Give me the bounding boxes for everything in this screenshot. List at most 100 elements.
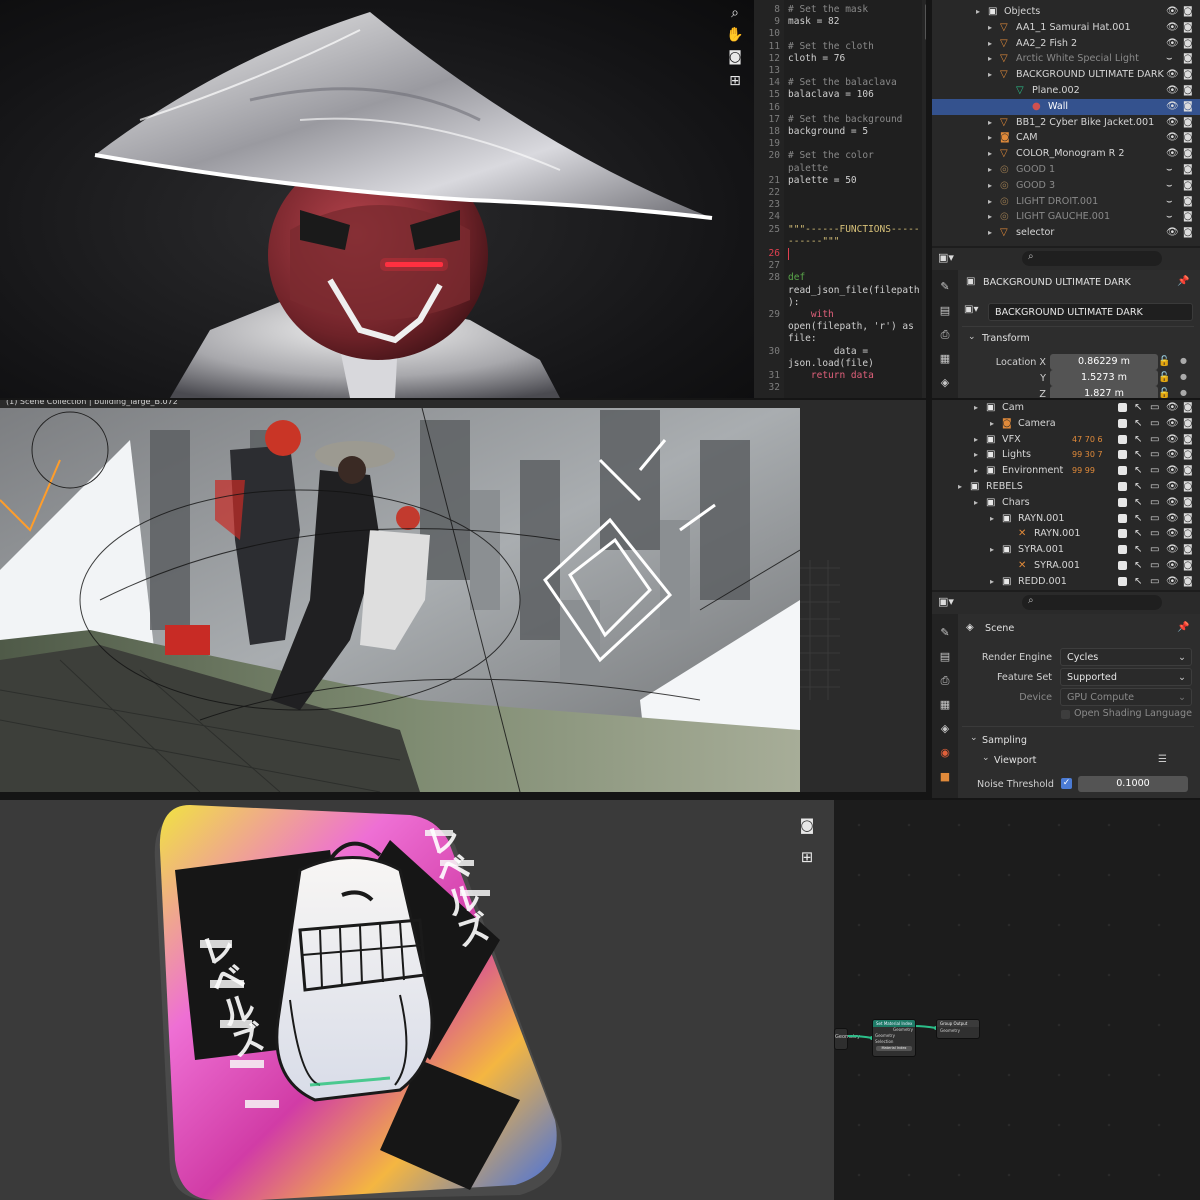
viewport-display-icon[interactable]: ▭ xyxy=(1150,463,1159,479)
disclosure-triangle-icon[interactable]: ▸ xyxy=(988,130,992,146)
code-line[interactable]: 28 def xyxy=(754,272,926,284)
lock-z-icon[interactable]: 🔓 xyxy=(1158,388,1170,398)
select-toggle-icon[interactable]: ↖ xyxy=(1134,558,1142,574)
chevron-down-icon[interactable]: ⌄ xyxy=(982,753,990,763)
select-toggle-icon[interactable]: ↖ xyxy=(1134,432,1142,448)
eye-icon[interactable]: ⌣ xyxy=(1166,51,1173,67)
view-layer-tab-icon[interactable]: ▦ xyxy=(936,696,954,714)
code-line[interactable]: ------""" xyxy=(754,236,926,248)
eye-icon[interactable]: 👁 xyxy=(1166,495,1179,511)
outliner-row[interactable]: ▸ ◎ GOOD 1 ⌣ ◙ xyxy=(932,162,1200,178)
viewport-city-sidebar[interactable] xyxy=(800,400,932,961)
render-camera-icon[interactable]: ◙ xyxy=(1183,416,1193,432)
eye-icon[interactable]: 👁 xyxy=(1166,4,1179,20)
outliner-row[interactable]: ▸ ▽ AA2_2 Fish 2 👁 ◙ xyxy=(932,36,1200,52)
disclosure-triangle-icon[interactable]: ▸ xyxy=(988,209,992,225)
outliner-row[interactable]: ▸ ▽ selector 👁 ◙ xyxy=(932,225,1200,241)
exclude-checkbox[interactable] xyxy=(1118,561,1127,570)
render-camera-icon[interactable]: ◙ xyxy=(1183,511,1193,527)
lock-x-icon[interactable]: 🔓 xyxy=(1158,356,1170,367)
disclosure-triangle-icon[interactable]: ▸ xyxy=(990,511,994,527)
viewport-display-icon[interactable]: ▭ xyxy=(1150,558,1159,574)
exclude-checkbox[interactable] xyxy=(1118,482,1127,491)
render-camera-icon[interactable]: ◙ xyxy=(1183,400,1193,416)
code-line[interactable]: 16 xyxy=(754,102,926,114)
render-engine-dropdown[interactable]: Cycles ⌄ xyxy=(1060,648,1192,666)
grid-icon[interactable]: ⊞ xyxy=(724,70,746,92)
disclosure-triangle-icon[interactable]: ▸ xyxy=(988,162,992,178)
code-line[interactable]: 15 balaclava = 106 xyxy=(754,89,926,101)
outliner-row[interactable]: ▸ ▣ REDD.001 ↖ ▭ 👁 ◙ xyxy=(932,574,1200,590)
eye-icon[interactable]: 👁 xyxy=(1166,432,1179,448)
code-line[interactable]: 9 mask = 82 xyxy=(754,16,926,28)
list-icon[interactable]: ☰ xyxy=(1158,754,1167,765)
render-camera-icon[interactable]: ◙ xyxy=(1183,574,1193,590)
code-line[interactable]: 25 """------FUNCTIONS----- xyxy=(754,224,926,236)
code-line[interactable]: 26 xyxy=(754,248,926,260)
outliner-row[interactable]: ✕ RAYN.001 ↖ ▭ 👁 ◙ xyxy=(932,526,1200,542)
outliner-row[interactable]: ▸ ▽ BACKGROUND ULTIMATE DARK 👁 ◙ xyxy=(932,67,1200,83)
outliner-row[interactable]: ▸ ◎ LIGHT GAUCHE.001 ⌣ ◙ xyxy=(932,209,1200,225)
eye-icon[interactable]: 👁 xyxy=(1166,447,1179,463)
render-camera-icon[interactable]: ◙ xyxy=(1183,4,1193,20)
code-line[interactable]: 11 # Set the cloth xyxy=(754,41,926,53)
set-material-index-node[interactable]: Set Material Index Geometry Geometry Sel… xyxy=(872,1019,916,1057)
code-line[interactable]: file: xyxy=(754,333,926,345)
viewport-hat[interactable]: ⌕ ✋ ◙ ⊞ xyxy=(0,0,754,398)
select-toggle-icon[interactable]: ↖ xyxy=(1134,479,1142,495)
object-name-field[interactable]: BACKGROUND ULTIMATE DARK xyxy=(988,303,1193,321)
eye-icon[interactable]: 👁 xyxy=(1166,83,1179,99)
code-line[interactable]: 30 data = xyxy=(754,346,926,358)
disclosure-triangle-icon[interactable]: ▸ xyxy=(958,479,962,495)
eye-icon[interactable]: 👁 xyxy=(1166,115,1179,131)
location-y-field[interactable]: 1.5273 m xyxy=(1050,370,1158,386)
viewport-display-icon[interactable]: ▭ xyxy=(1150,542,1159,558)
render-camera-icon[interactable]: ◙ xyxy=(1183,432,1193,448)
material-index-field[interactable]: Material Index xyxy=(876,1046,912,1051)
code-line[interactable]: 18 background = 5 xyxy=(754,126,926,138)
zoom-icon[interactable]: ⌕ xyxy=(724,2,746,24)
outliner-row[interactable]: ▸ ◙ Camera ↖ ▭ 👁 ◙ xyxy=(932,416,1200,432)
render-camera-icon[interactable]: ◙ xyxy=(1183,115,1193,131)
disclosure-triangle-icon[interactable]: ▸ xyxy=(988,115,992,131)
disclosure-triangle-icon[interactable]: ▸ xyxy=(988,194,992,210)
keyframe-x-icon[interactable]: ● xyxy=(1180,356,1187,365)
pin-icon[interactable]: 📌 xyxy=(1177,622,1189,633)
editor-type-icon[interactable]: ▣▾ xyxy=(938,251,968,267)
eye-icon[interactable]: 👁 xyxy=(1166,36,1179,52)
select-toggle-icon[interactable]: ↖ xyxy=(1134,495,1142,511)
render-camera-icon[interactable]: ◙ xyxy=(1183,146,1193,162)
eye-icon[interactable]: 👁 xyxy=(1166,146,1179,162)
select-toggle-icon[interactable]: ↖ xyxy=(1134,542,1142,558)
disclosure-triangle-icon[interactable]: ▸ xyxy=(990,542,994,558)
disclosure-triangle-icon[interactable]: ▸ xyxy=(976,4,980,20)
code-line[interactable]: 21 palette = 50 xyxy=(754,175,926,187)
render-camera-icon[interactable]: ◙ xyxy=(1183,463,1193,479)
eye-icon[interactable]: 👁 xyxy=(1166,511,1179,527)
code-line[interactable]: 22 xyxy=(754,187,926,199)
disclosure-triangle-icon[interactable]: ▸ xyxy=(988,51,992,67)
editor-type-icon[interactable]: ▣▾ xyxy=(938,595,954,608)
eye-icon[interactable]: ⌣ xyxy=(1166,178,1173,194)
eye-icon[interactable]: ⌣ xyxy=(1166,209,1173,225)
disclosure-triangle-icon[interactable]: ▸ xyxy=(974,447,978,463)
search-input[interactable]: ⌕ xyxy=(1022,251,1162,266)
lock-y-icon[interactable]: 🔓 xyxy=(1158,372,1170,383)
osl-checkbox[interactable] xyxy=(1061,710,1070,719)
code-line[interactable]: 12 cloth = 76 xyxy=(754,53,926,65)
disclosure-triangle-icon[interactable]: ▸ xyxy=(988,67,992,83)
viewport-display-icon[interactable]: ▭ xyxy=(1150,495,1159,511)
render-camera-icon[interactable]: ◙ xyxy=(1183,495,1193,511)
outliner-row[interactable]: ▸ ▣ Cam ↖ ▭ 👁 ◙ xyxy=(932,400,1200,416)
outliner-row[interactable]: ▽ Plane.002 👁 ◙ xyxy=(932,83,1200,99)
render-camera-icon[interactable]: ◙ xyxy=(1183,51,1193,67)
outliner-top[interactable]: ▸ ▣ Objects 👁 ◙ ▸ ▽ AA1_1 Samurai Hat.001 👁 ◙ ▸ ▽ AA… xyxy=(932,0,1200,246)
outliner-row[interactable]: ▸ ◎ LIGHT DROIT.001 ⌣ ◙ xyxy=(932,194,1200,210)
text-editor[interactable]: 8 # Set the mask 9 mask = 82 10 11 # Set the c… xyxy=(754,0,926,398)
code-line[interactable]: palette xyxy=(754,163,926,175)
eye-icon[interactable]: ⌣ xyxy=(1166,194,1173,210)
properties-top[interactable]: ▣▾ ⌕ ✎ ▤ ⎙ ▦ ◈ ▣ BACKGROUND ULTIMATE DAR… xyxy=(932,248,1200,398)
viewport-display-icon[interactable]: ▭ xyxy=(1150,416,1159,432)
code-line[interactable]: 29 with xyxy=(754,309,926,321)
outliner-row[interactable]: ▸ ◙ CAM 👁 ◙ xyxy=(932,130,1200,146)
